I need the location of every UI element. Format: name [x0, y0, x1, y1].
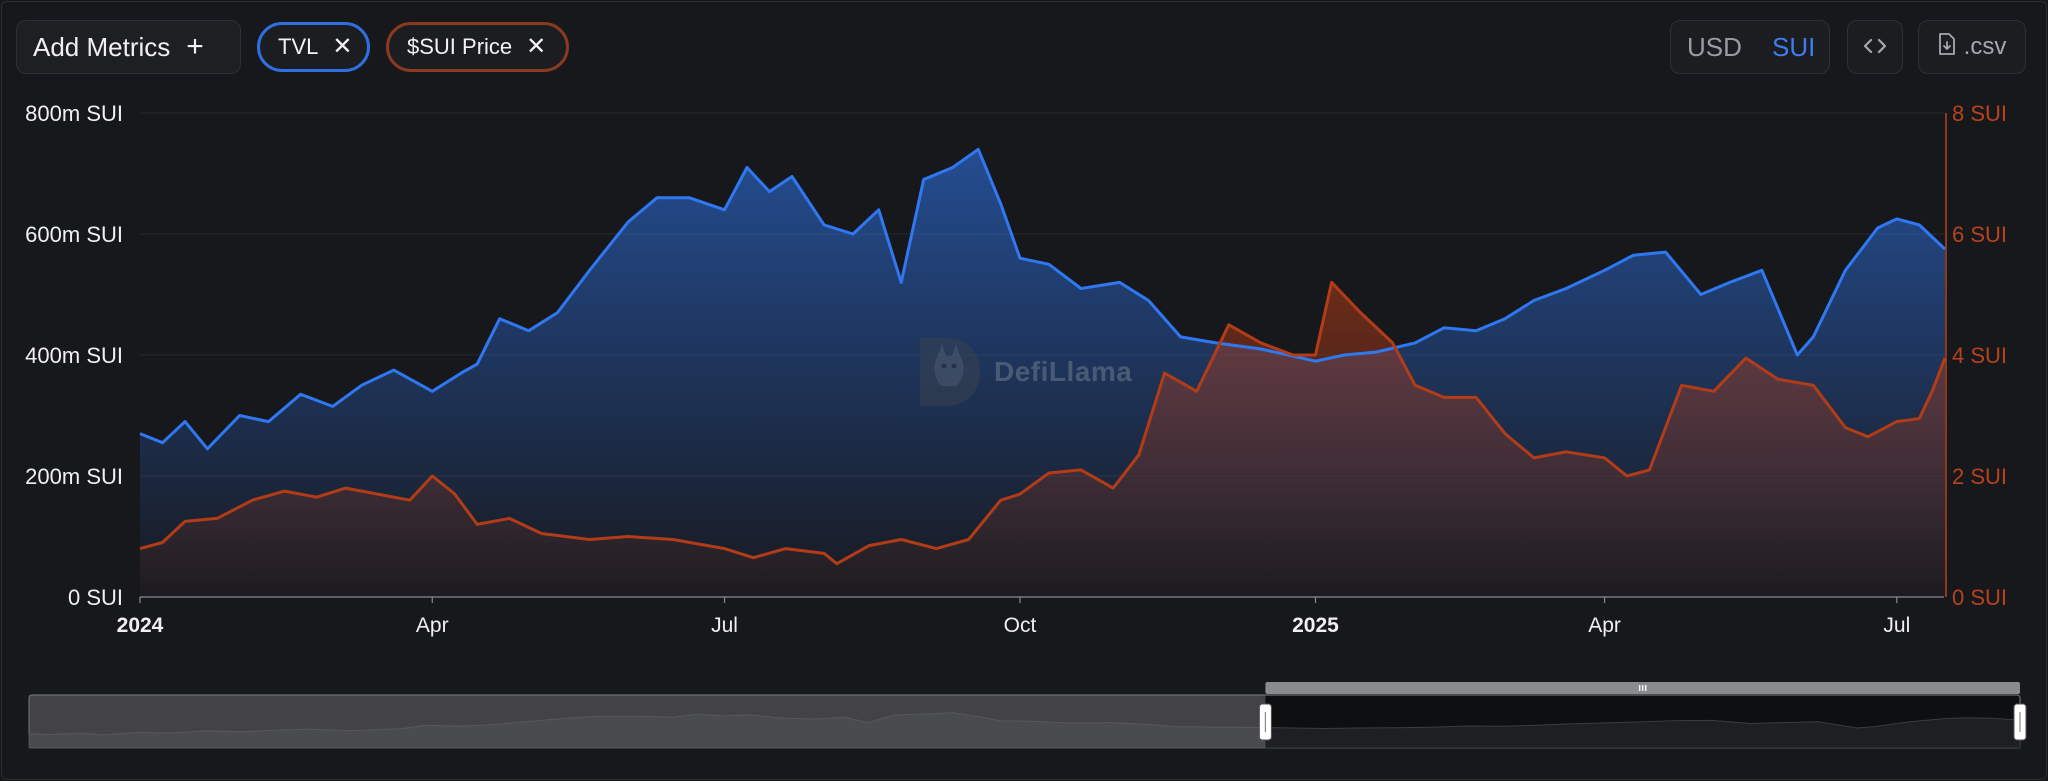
watermark-text: DefiLlama [994, 356, 1133, 387]
left-axis-tick-label: 0 SUI [68, 585, 123, 610]
x-axis-tick-label: 2025 [1292, 614, 1339, 637]
left-axis-tick-label: 400m SUI [25, 343, 123, 368]
range-brush[interactable] [28, 682, 2027, 749]
defillama-watermark: DefiLlama [916, 334, 1132, 410]
x-axis-tick-label: 2024 [117, 614, 164, 637]
right-axis-tick-label: 0 SUI [1952, 585, 2007, 610]
x-axis-tick-label: Apr [416, 614, 449, 637]
right-axis-tick-label: 4 SUI [1952, 343, 2007, 368]
brush-unselected-region [29, 695, 1266, 748]
x-axis-tick-label: Jul [1883, 614, 1910, 637]
left-axis-tick-label: 600m SUI [25, 222, 123, 247]
left-axis-tick-label: 200m SUI [25, 464, 123, 489]
right-axis-tick-label: 8 SUI [1952, 101, 2007, 126]
right-axis-tick-label: 2 SUI [1952, 464, 2007, 489]
x-axis-tick-label: Jul [711, 614, 738, 637]
right-axis-tick-label: 6 SUI [1952, 222, 2007, 247]
x-axis-tick-label: Apr [1588, 614, 1621, 637]
x-axis-tick-label: Oct [1004, 614, 1037, 637]
left-axis-tick-label: 800m SUI [25, 101, 123, 126]
llama-logo-icon [920, 338, 980, 406]
